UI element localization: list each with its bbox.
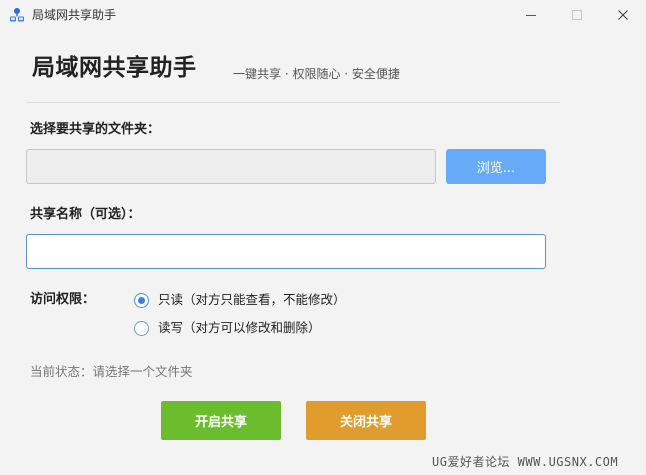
watermark-text: UG爱好者论坛 WWW.UGSNX.COM <box>432 455 619 469</box>
share-name-input[interactable] <box>26 234 546 269</box>
maximize-button[interactable] <box>554 0 600 30</box>
folder-label: 选择要共享的文件夹： <box>30 122 161 137</box>
radio-readonly[interactable] <box>134 292 149 308</box>
access-label: 访问权限： <box>30 292 96 307</box>
start-share-button[interactable]: 开启共享 <box>161 401 281 440</box>
stop-share-button[interactable]: 关闭共享 <box>306 401 426 440</box>
network-share-icon <box>9 7 25 23</box>
radio-readwrite-option[interactable]: 读写（对方可以修改和删除） <box>134 319 321 337</box>
close-button[interactable] <box>600 0 646 30</box>
radio-readwrite-label[interactable]: 读写（对方可以修改和删除） <box>158 319 321 337</box>
window-title: 局域网共享助手 <box>32 8 117 22</box>
maximize-icon <box>572 10 582 20</box>
radio-selected-dot <box>138 296 145 304</box>
minimize-icon <box>526 14 536 16</box>
folder-path-field[interactable] <box>26 149 436 184</box>
radio-readwrite[interactable] <box>134 320 149 336</box>
status-text: 当前状态：请选择一个文件夹 <box>30 364 193 379</box>
radio-readonly-label[interactable]: 只读（对方只能查看，不能修改） <box>158 291 346 309</box>
header-divider <box>26 102 560 103</box>
browse-button[interactable]: 浏览... <box>446 149 546 184</box>
title-bar[interactable]: 局域网共享助手 <box>0 0 646 30</box>
page-subtitle: 一键共享 · 权限随心 · 安全便捷 <box>233 67 400 81</box>
share-name-label: 共享名称（可选）： <box>30 207 141 222</box>
close-icon <box>618 10 628 20</box>
page-title: 局域网共享助手 <box>32 55 197 81</box>
app-window: 局域网共享助手 局域网共享助手 一键共享 · 权限随心 · 安全便捷 选择要共享… <box>0 0 646 475</box>
radio-readonly-option[interactable]: 只读（对方只能查看，不能修改） <box>134 291 346 309</box>
minimize-button[interactable] <box>508 0 554 30</box>
